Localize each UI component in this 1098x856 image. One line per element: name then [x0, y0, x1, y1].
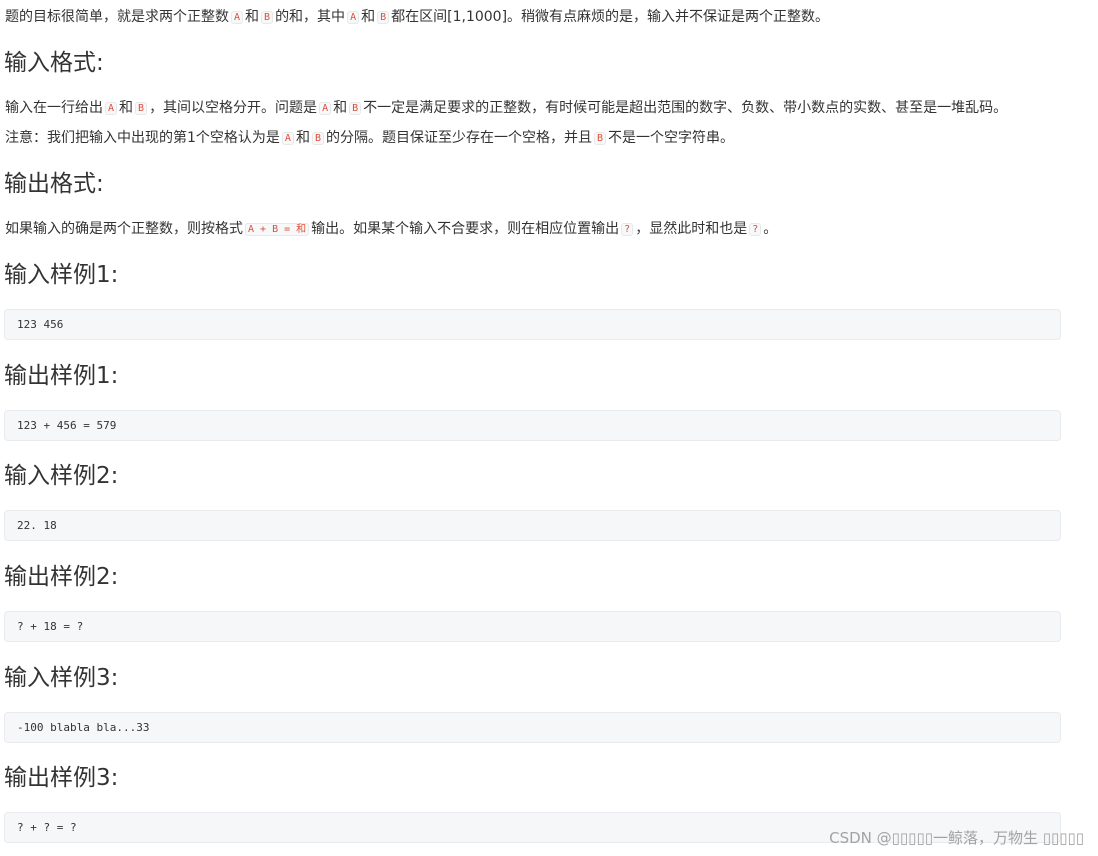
- sample-heading: 输出样例3:: [4, 765, 119, 791]
- sample-heading: 输入样例2:: [4, 463, 119, 489]
- text-segment: 不是一个空字符串。: [608, 130, 734, 146]
- text-segment: 输出。如果某个输入不合要求，则在相应位置输出: [311, 221, 620, 237]
- intro-text: 题的目标很简单，就是求两个正整数 A 和 B 的和，其中 A 和 B 都在区间[1,1000]。…: [0, 7, 829, 27]
- sample-code-block[interactable]: 22. 18: [4, 510, 1061, 541]
- inline-code: B: [135, 102, 148, 115]
- text-segment: 都在区间[1,1000]。稍微有点麻烦的是，输入并不保证是两个正整数。: [391, 9, 830, 25]
- text-segment: 的和，其中: [275, 9, 346, 25]
- text-segment: 不一定是满足要求的正整数，有时候可能是超出范围的数字、负数、带小数点的实数、甚至…: [363, 100, 1008, 116]
- inline-code: A: [231, 11, 244, 24]
- inline-code: A: [281, 132, 294, 145]
- inline-code: A: [319, 102, 332, 115]
- sample-code-block[interactable]: 123 + 456 = 579: [4, 410, 1061, 441]
- input-format-note: 注意：我们把输入中出现的第1个空格认为是 A 和 B 的分隔。题目保证至少存在一个空格，…: [0, 128, 734, 148]
- text-segment: 和: [119, 100, 134, 116]
- text-segment: 输入在一行给出: [5, 100, 103, 116]
- text-segment: ，显然此时和也是: [635, 221, 748, 237]
- text-segment: 和: [361, 9, 376, 25]
- inline-code: A + B = 和: [245, 223, 310, 236]
- sample-code-block[interactable]: 123 456: [4, 309, 1061, 340]
- sample-heading: 输出样例2:: [4, 564, 119, 590]
- sample-code-block[interactable]: -100 blabla bla...33: [4, 712, 1061, 743]
- text-segment: ，其间以空格分开。问题是: [149, 100, 318, 116]
- inline-code: B: [311, 132, 324, 145]
- output-format-heading: 输出格式:: [4, 171, 104, 197]
- inline-code: A: [347, 11, 360, 24]
- inline-code: B: [349, 102, 362, 115]
- sample-heading: 输入样例1:: [4, 262, 119, 288]
- output-format-text: 如果输入的确是两个正整数，则按格式 A + B = 和输出。如果某个输入不合要求，…: [0, 219, 777, 239]
- text-segment: 和: [333, 100, 348, 116]
- inline-code: B: [261, 11, 274, 24]
- inline-code: B: [377, 11, 390, 24]
- inline-code: ?: [749, 223, 762, 236]
- text-segment: 和: [245, 9, 260, 25]
- inline-code: ?: [621, 223, 634, 236]
- sample-heading: 输入样例3:: [4, 665, 119, 691]
- inline-code: B: [593, 132, 606, 145]
- sample-heading: 输出样例1:: [4, 363, 119, 389]
- text-segment: 。: [763, 221, 778, 237]
- text-segment: 和: [295, 130, 310, 146]
- sample-code-block[interactable]: ? + 18 = ?: [4, 611, 1061, 642]
- inline-code: A: [105, 102, 118, 115]
- text-segment: 注意：我们把输入中出现的第1个空格认为是: [5, 130, 280, 146]
- input-format-heading: 输入格式:: [4, 50, 104, 76]
- text-segment: 如果输入的确是两个正整数，则按格式: [5, 221, 243, 237]
- text-segment: 的分隔。题目保证至少存在一个空格，并且: [325, 130, 592, 146]
- input-format-text: 输入在一行给出 A 和 B ，其间以空格分开。问题是 A 和 B 不一定是满足要求的正整数，有时…: [0, 98, 1007, 118]
- text-segment: 题的目标很简单，就是求两个正整数: [5, 9, 229, 25]
- csdn-watermark: CSDN @▯▯▯▯▯一鲸落，万物生 ▯▯▯▯▯: [829, 829, 1084, 847]
